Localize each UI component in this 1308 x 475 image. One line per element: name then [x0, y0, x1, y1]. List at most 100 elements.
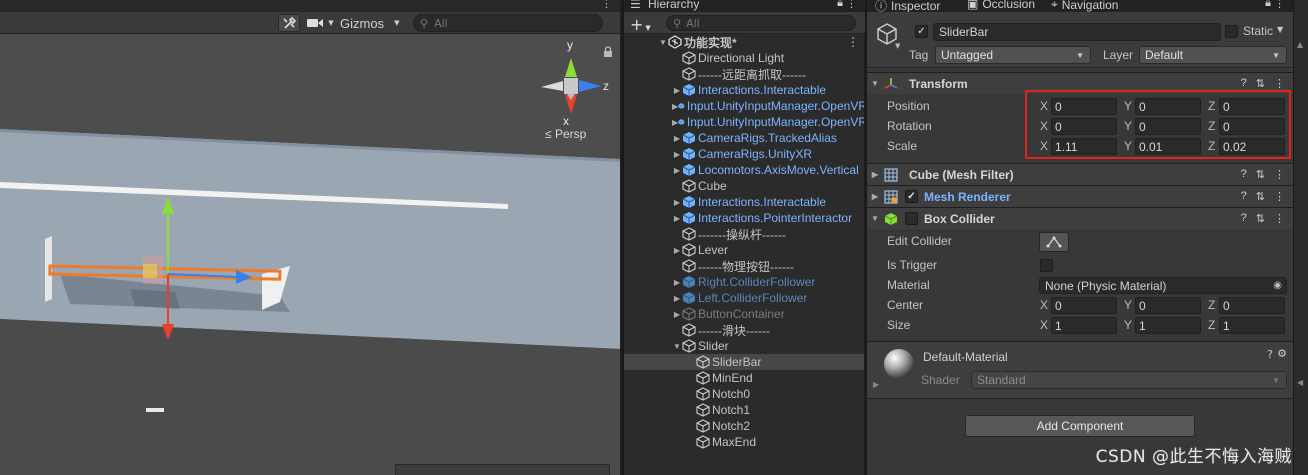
tab-navigation[interactable]: ⌖ Navigation — [1051, 0, 1118, 12]
scene-viewport[interactable]: y z x — [0, 34, 620, 475]
collapse-arrow-icon[interactable]: ▶ — [672, 134, 682, 143]
more-options-icon[interactable]: ⋮ — [1274, 77, 1285, 90]
hierarchy-row[interactable]: Cube — [624, 178, 867, 194]
rotation-z-field[interactable]: 0 — [1219, 118, 1285, 135]
fold-arrow-icon[interactable]: ▼ — [867, 214, 883, 223]
help-icon[interactable]: ? — [1241, 77, 1247, 90]
expand-arrow-icon[interactable]: ▼ — [658, 38, 668, 47]
is-trigger-checkbox[interactable] — [1040, 259, 1053, 272]
position-x-field[interactable]: 0 — [1051, 98, 1117, 115]
preset-icon[interactable]: ⇅ — [1256, 77, 1265, 90]
hierarchy-row[interactable]: Notch2 — [624, 418, 867, 434]
hierarchy-tab[interactable]: ☰ Hierarchy 🔒︎ ⋮ — [624, 0, 865, 12]
box-collider-component-header[interactable]: ▼ Box Collider ? ⇅ ⋮ — [867, 207, 1295, 229]
lock-icon[interactable]: 🔒︎ — [1265, 0, 1271, 10]
hierarchy-row[interactable]: ▶ Lever — [624, 242, 867, 258]
collapse-arrow-icon[interactable]: ▶ — [672, 166, 682, 175]
more-options-icon[interactable]: ⋮ — [1274, 168, 1285, 181]
hierarchy-row[interactable]: MaxEnd — [624, 434, 867, 450]
more-options-icon[interactable]: ⋮ — [847, 35, 859, 49]
scene-view[interactable]: ⋮ ▼ Gizmos ▼ ⚲ All y z x ≤ Persp — [0, 0, 620, 475]
hierarchy-row[interactable]: Notch1 — [624, 402, 867, 418]
static-dropdown-caret[interactable]: ▼ — [1277, 25, 1283, 34]
hierarchy-row[interactable]: Notch0 — [624, 386, 867, 402]
hierarchy-row[interactable]: ▶ Left.ColliderFollower — [624, 290, 867, 306]
hierarchy-row[interactable]: ▶ CameraRigs.UnityXR — [624, 146, 867, 162]
hierarchy-row[interactable]: ▶ Right.ColliderFollower — [624, 274, 867, 290]
shader-dropdown[interactable]: Standard ▼ — [971, 371, 1287, 389]
chevron-up-icon[interactable]: ▲ — [1297, 40, 1303, 49]
more-options-icon[interactable]: ⋮ — [1274, 212, 1285, 225]
more-options-icon[interactable]: ⋮ — [1274, 190, 1285, 203]
tag-dropdown[interactable]: Untagged ▼ — [935, 46, 1091, 64]
rotation-x-field[interactable]: 0 — [1051, 118, 1117, 135]
collapse-arrow-icon[interactable]: ▶ — [672, 246, 682, 255]
hierarchy-row[interactable]: ▶ Input.UnityInputManager.OpenVR — [624, 114, 867, 130]
hierarchy-row[interactable]: ------滑块------ — [624, 322, 867, 338]
hierarchy-scene-root[interactable]: ▼ 功能实现* ⋮ — [624, 34, 867, 50]
hierarchy-row[interactable]: ------物理按钮------ — [624, 258, 867, 274]
scale-y-field[interactable]: 0.01 — [1135, 138, 1201, 155]
tools-icon[interactable] — [278, 14, 300, 32]
more-options-icon[interactable]: ⋮ — [1274, 0, 1285, 10]
rotation-y-field[interactable]: 0 — [1135, 118, 1201, 135]
add-component-button[interactable]: Add Component — [965, 415, 1195, 437]
layer-dropdown[interactable]: Default ▼ — [1139, 46, 1287, 64]
right-scroll-strip[interactable]: ▲ ◀ — [1293, 0, 1308, 475]
help-icon[interactable]: ? — [1241, 168, 1247, 181]
help-icon[interactable]: ? — [1241, 212, 1247, 225]
persp-label[interactable]: ≤ Persp — [545, 127, 586, 141]
hierarchy-row[interactable]: ▼ Slider — [624, 338, 867, 354]
position-z-field[interactable]: 0 — [1219, 98, 1285, 115]
collapse-arrow-icon[interactable]: ▶ — [672, 278, 682, 287]
center-x-field[interactable]: 0 — [1051, 297, 1117, 314]
center-y-field[interactable]: 0 — [1135, 297, 1201, 314]
hierarchy-row[interactable]: -------操纵杆------ — [624, 226, 867, 242]
gear-icon[interactable]: ⚙ — [1277, 347, 1287, 360]
hierarchy-row[interactable]: ▶ Input.UnityInputManager.OpenVR — [624, 98, 867, 114]
active-checkbox[interactable]: ✓ — [915, 25, 928, 38]
object-picker-icon[interactable]: ◉ — [1273, 280, 1282, 291]
more-options-icon[interactable]: ⋮ — [846, 0, 857, 10]
size-x-field[interactable]: 1 — [1051, 317, 1117, 334]
object-name-field[interactable]: SliderBar — [933, 23, 1221, 41]
expand-arrow-icon[interactable]: ▼ — [672, 342, 682, 351]
fold-arrow-icon[interactable]: ▶ — [873, 380, 879, 389]
collapse-arrow-icon[interactable]: ▶ — [672, 214, 682, 223]
hierarchy-search-input[interactable]: ⚲ All — [666, 15, 856, 31]
hierarchy-row[interactable]: ▶ Locomotors.AxisMove.Vertical — [624, 162, 867, 178]
gizmos-button[interactable]: Gizmos ▼ — [340, 14, 404, 32]
transform-component-header[interactable]: ▼ Transform ? ⇅ ⋮ — [867, 72, 1295, 94]
fold-arrow-icon[interactable]: ▶ — [867, 170, 883, 179]
hierarchy-row[interactable]: ▶ CameraRigs.TrackedAlias — [624, 130, 867, 146]
hierarchy-row[interactable]: SliderBar — [624, 354, 867, 370]
edit-collider-button[interactable] — [1039, 232, 1069, 252]
help-icon[interactable]: ? — [1241, 190, 1247, 203]
fold-arrow-icon[interactable]: ▶ — [867, 192, 883, 201]
hierarchy-row[interactable]: ▶ Interactions.PointerInteractor — [624, 210, 867, 226]
collapse-arrow-icon[interactable]: ▶ — [672, 198, 682, 207]
mesh-filter-component-header[interactable]: ▶ Cube (Mesh Filter) ? ⇅ ⋮ — [867, 163, 1295, 185]
help-icon[interactable]: ? — [1267, 348, 1273, 361]
center-z-field[interactable]: 0 — [1219, 297, 1285, 314]
more-options-icon[interactable]: ⋮ — [601, 0, 612, 10]
scale-x-field[interactable]: 1.11 — [1051, 138, 1117, 155]
collapse-arrow-icon[interactable]: ▶ — [672, 310, 682, 319]
hierarchy-row[interactable]: ------远距离抓取------ — [624, 66, 867, 82]
scale-z-field[interactable]: 0.02 — [1219, 138, 1285, 155]
collapse-arrow-icon[interactable]: ▶ — [672, 150, 682, 159]
camera-icon[interactable]: ▼ — [304, 14, 336, 32]
box-collider-enabled-checkbox[interactable] — [905, 212, 918, 225]
collapse-arrow-icon[interactable]: ▶ — [672, 294, 682, 303]
position-y-field[interactable]: 0 — [1135, 98, 1201, 115]
add-object-button[interactable]: + ▼ — [630, 15, 651, 34]
hierarchy-row[interactable]: MinEnd — [624, 370, 867, 386]
mesh-renderer-component-header[interactable]: ▶ ✓ Mesh Renderer ? ⇅ ⋮ — [867, 185, 1295, 207]
collapse-arrow-icon[interactable]: ▶ — [672, 86, 682, 95]
hierarchy-row[interactable]: ▶ Interactions.Interactable — [624, 194, 867, 210]
mesh-renderer-enabled-checkbox[interactable]: ✓ — [905, 190, 918, 203]
hierarchy-row[interactable]: ▶ ButtonContainer — [624, 306, 867, 322]
tab-occlusion[interactable]: ▣ Occlusion — [967, 0, 1035, 11]
size-z-field[interactable]: 1 — [1219, 317, 1285, 334]
preset-icon[interactable]: ⇅ — [1256, 168, 1265, 181]
